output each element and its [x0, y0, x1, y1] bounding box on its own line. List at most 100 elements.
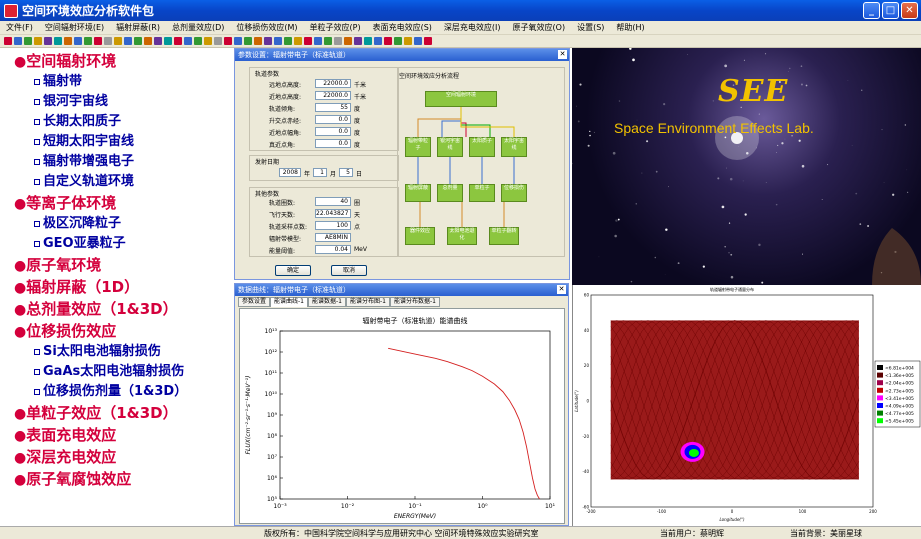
toolbar-button-26[interactable]	[264, 37, 272, 45]
sidebar-item-5[interactable]: 辐射带增强电子	[0, 152, 232, 172]
sidebar-item-6[interactable]: 自定义轨道环境	[0, 172, 232, 192]
other-field-input-2[interactable]: 100	[315, 221, 351, 230]
sidebar-item-0[interactable]: ●空间辐射环境	[0, 50, 232, 72]
menu-item-1[interactable]: 空间辐射环境(E)	[39, 22, 110, 33]
toolbar-button-18[interactable]	[184, 37, 192, 45]
sidebar-item-16[interactable]: 位移损伤剂量（1&3D）	[0, 382, 232, 402]
orbit-field-input-4[interactable]: 0.0	[315, 127, 351, 136]
toolbar-button-14[interactable]	[144, 37, 152, 45]
sidebar-item-9[interactable]: GEO亚暴粒子	[0, 234, 232, 254]
toolbar-button-42[interactable]	[424, 37, 432, 45]
toolbar-button-30[interactable]	[304, 37, 312, 45]
chart-tab-0[interactable]: 参数设置	[238, 297, 271, 307]
other-field-input-1[interactable]: 22.043827	[315, 209, 351, 218]
year-input[interactable]: 2008	[279, 168, 301, 177]
sidebar-item-20[interactable]: ●原子氧腐蚀效应	[0, 468, 232, 490]
toolbar-button-2[interactable]	[24, 37, 32, 45]
toolbar-button-17[interactable]	[174, 37, 182, 45]
sidebar-item-2[interactable]: 银河宇宙线	[0, 92, 232, 112]
toolbar-button-3[interactable]	[34, 37, 42, 45]
other-field-input-4[interactable]: 0.04	[315, 245, 351, 254]
sidebar-item-11[interactable]: ●辐射屏蔽（1D）	[0, 276, 232, 298]
toolbar-button-36[interactable]	[364, 37, 372, 45]
toolbar-button-0[interactable]	[4, 37, 12, 45]
menu-item-3[interactable]: 总剂量效应(D)	[166, 22, 230, 33]
toolbar-button-8[interactable]	[84, 37, 92, 45]
chart-tab-4[interactable]: 能谱分布数据-1	[389, 297, 440, 307]
sidebar-item-19[interactable]: ●深层充电效应	[0, 446, 232, 468]
orbit-field-input-1[interactable]: 22000.0	[315, 91, 351, 100]
menu-item-2[interactable]: 辐射屏蔽(R)	[110, 22, 166, 33]
toolbar-button-19[interactable]	[194, 37, 202, 45]
other-field-input-3[interactable]: AE8MIN	[315, 233, 351, 242]
sidebar-item-14[interactable]: Si太阳电池辐射损伤	[0, 342, 232, 362]
menu-item-6[interactable]: 表面充电效应(S)	[367, 22, 438, 33]
toolbar-button-23[interactable]	[234, 37, 242, 45]
toolbar-button-41[interactable]	[414, 37, 422, 45]
toolbar-button-32[interactable]	[324, 37, 332, 45]
sidebar-item-12[interactable]: ●总剂量效应（1&3D）	[0, 298, 232, 320]
toolbar-button-34[interactable]	[344, 37, 352, 45]
toolbar-button-35[interactable]	[354, 37, 362, 45]
sidebar-item-3[interactable]: 长期太阳质子	[0, 112, 232, 132]
toolbar-button-10[interactable]	[104, 37, 112, 45]
chart-tab-1[interactable]: 能谱曲线-1	[270, 297, 308, 307]
toolbar-button-38[interactable]	[384, 37, 392, 45]
menu-item-10[interactable]: 帮助(H)	[610, 22, 650, 33]
sidebar-item-17[interactable]: ●单粒子效应（1&3D）	[0, 402, 232, 424]
toolbar-button-1[interactable]	[14, 37, 22, 45]
orbit-field-input-5[interactable]: 0.0	[315, 139, 351, 148]
toolbar-button-22[interactable]	[224, 37, 232, 45]
chart-tab-2[interactable]: 能谱数据-1	[308, 297, 346, 307]
toolbar-button-6[interactable]	[64, 37, 72, 45]
menu-item-7[interactable]: 深层充电效应(I)	[438, 22, 507, 33]
toolbar-button-9[interactable]	[94, 37, 102, 45]
month-input[interactable]: 1	[313, 168, 327, 177]
orbit-field-input-0[interactable]: 22000.0	[315, 79, 351, 88]
toolbar-button-7[interactable]	[74, 37, 82, 45]
sidebar-item-4[interactable]: 短期太阳宇宙线	[0, 132, 232, 152]
sidebar-item-10[interactable]: ●原子氧环境	[0, 254, 232, 276]
menu-item-8[interactable]: 原子氧效应(O)	[507, 22, 572, 33]
toolbar-button-4[interactable]	[44, 37, 52, 45]
toolbar-button-20[interactable]	[204, 37, 212, 45]
toolbar-button-5[interactable]	[54, 37, 62, 45]
close-button[interactable]: ✕	[901, 2, 918, 19]
menu-item-5[interactable]: 单粒子效应(P)	[304, 22, 367, 33]
minimize-button[interactable]: _	[863, 2, 880, 19]
toolbar-button-25[interactable]	[254, 37, 262, 45]
sidebar-item-13[interactable]: ●位移损伤效应	[0, 320, 232, 342]
toolbar-button-40[interactable]	[404, 37, 412, 45]
toolbar-button-28[interactable]	[284, 37, 292, 45]
toolbar-button-39[interactable]	[394, 37, 402, 45]
sidebar-item-1[interactable]: 辐射带	[0, 72, 232, 92]
toolbar-button-33[interactable]	[334, 37, 342, 45]
other-field-input-0[interactable]: 40	[315, 197, 351, 206]
menu-item-4[interactable]: 位移损伤效应(M)	[230, 22, 303, 33]
menu-item-9[interactable]: 设置(S)	[571, 22, 610, 33]
sidebar-item-18[interactable]: ●表面充电效应	[0, 424, 232, 446]
toolbar-button-12[interactable]	[124, 37, 132, 45]
sidebar-item-15[interactable]: GaAs太阳电池辐射损伤	[0, 362, 232, 382]
toolbar-button-37[interactable]	[374, 37, 382, 45]
chart-tab-3[interactable]: 能谱分布图-1	[345, 297, 390, 307]
toolbar-button-16[interactable]	[164, 37, 172, 45]
toolbar-button-15[interactable]	[154, 37, 162, 45]
toolbar-button-11[interactable]	[114, 37, 122, 45]
cancel-button[interactable]: 取消	[331, 265, 367, 276]
toolbar-button-21[interactable]	[214, 37, 222, 45]
sidebar-item-7[interactable]: ●等离子体环境	[0, 192, 232, 214]
ok-button[interactable]: 确定	[275, 265, 311, 276]
sidebar-item-8[interactable]: 极区沉降粒子	[0, 214, 232, 234]
day-input[interactable]: 5	[339, 168, 353, 177]
toolbar-button-29[interactable]	[294, 37, 302, 45]
toolbar-button-13[interactable]	[134, 37, 142, 45]
param-dialog-close-button[interactable]: ✕	[558, 50, 567, 59]
maximize-button[interactable]: □	[882, 2, 899, 19]
orbit-field-input-3[interactable]: 0.0	[315, 115, 351, 124]
chart-window-close-button[interactable]: ✕	[557, 285, 566, 294]
toolbar-button-27[interactable]	[274, 37, 282, 45]
toolbar-button-24[interactable]	[244, 37, 252, 45]
menu-item-0[interactable]: 文件(F)	[0, 22, 39, 33]
orbit-field-input-2[interactable]: 55	[315, 103, 351, 112]
